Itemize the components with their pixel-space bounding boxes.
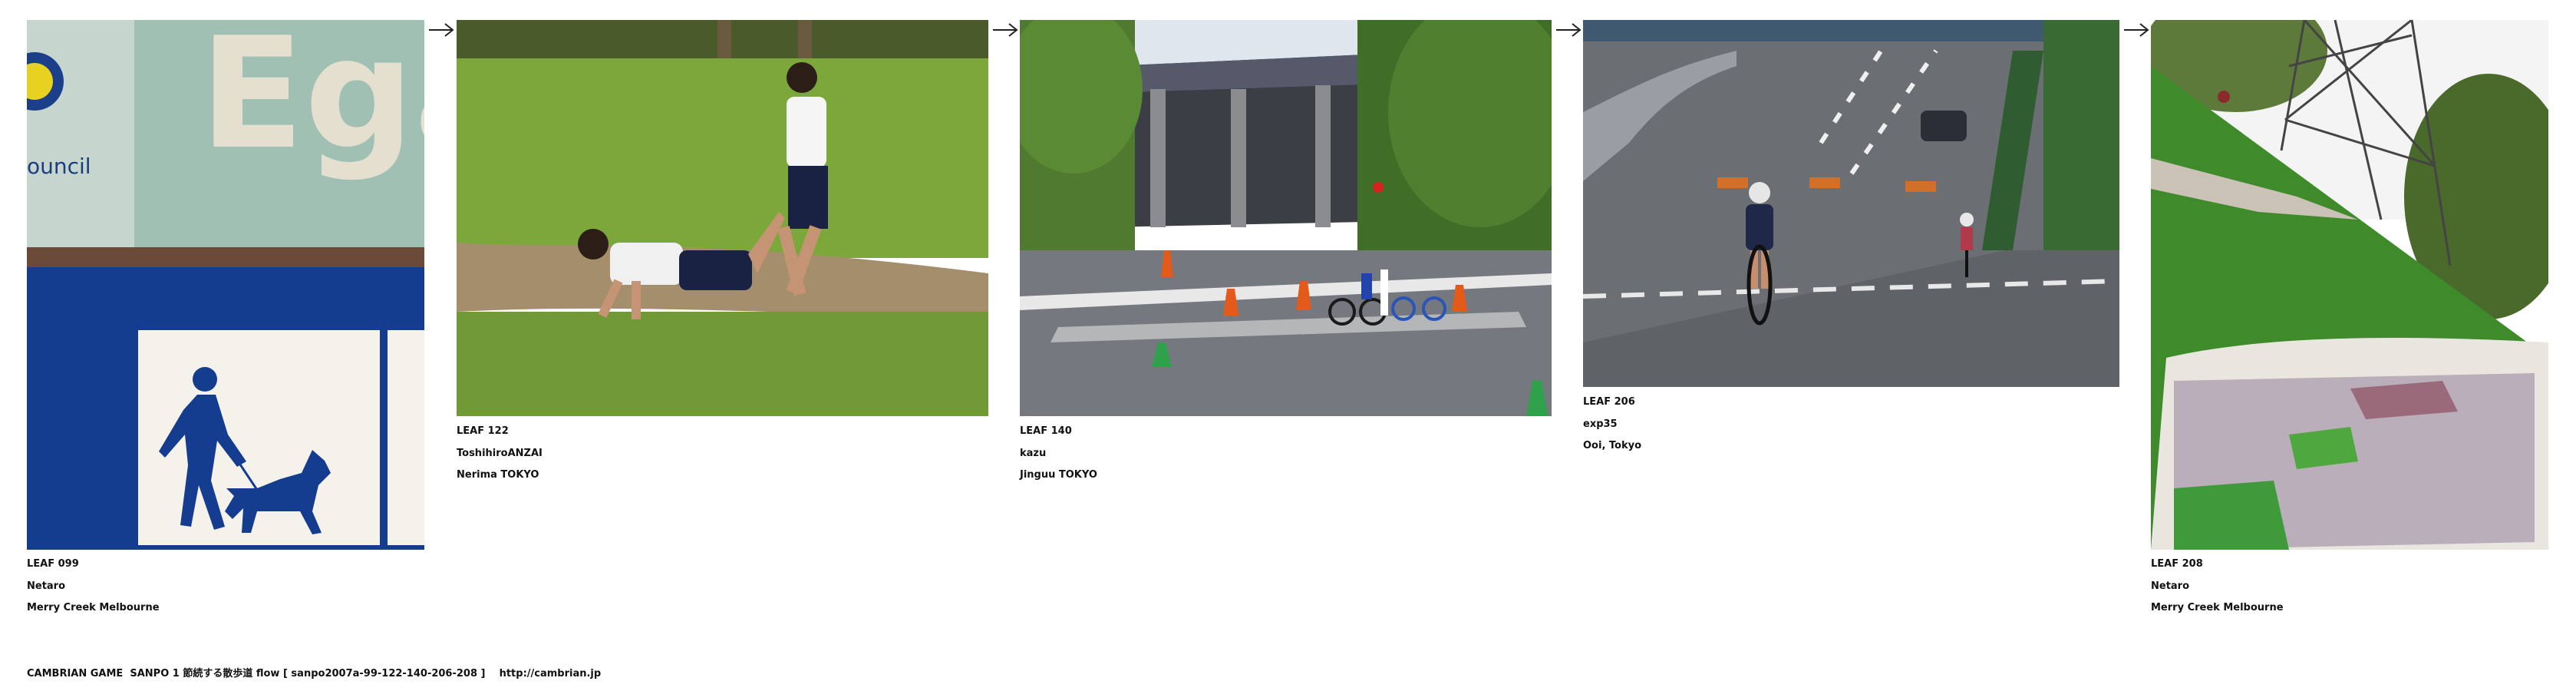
photo-leaf-208[interactable] (2151, 20, 2548, 550)
location: Nerima TOKYO (457, 469, 539, 481)
right-arrow-icon (2123, 22, 2149, 38)
footer-credit: CAMBRIAN GAME SANPO 1 節続する散歩道 flow [ san… (27, 668, 602, 679)
leaf-number: LEAF 099 (27, 558, 79, 570)
leaf-number: LEAF 122 (457, 425, 509, 437)
svg-text:ouncil: ouncil (27, 154, 91, 179)
wheelbarrow-boys-photo (457, 20, 988, 416)
leaf-number: LEAF 206 (1583, 396, 1635, 408)
location: Merry Creek Melbourne (27, 602, 160, 613)
walking-dog-sign-photo: ouncil Ega (27, 20, 424, 550)
svg-text:Ega: Ega (200, 20, 424, 183)
stadium-cyclists-photo (1020, 20, 1552, 416)
location: Merry Creek Melbourne (2151, 602, 2284, 613)
author-name: ToshihiroANZAI (457, 447, 543, 459)
caption-leaf-122: LEAF 122 ToshihiroANZAI Nerima TOKYO (457, 421, 543, 487)
grassy-slope-map-photo (2151, 20, 2548, 550)
right-arrow-icon (428, 22, 454, 38)
photo-leaf-140[interactable] (1020, 20, 1552, 416)
location: Ooi, Tokyo (1583, 440, 1642, 451)
author-name: kazu (1020, 447, 1047, 459)
right-arrow-icon (992, 22, 1018, 38)
caption-leaf-099: LEAF 099 Netaro Merry Creek Melbourne (27, 554, 160, 620)
caption-leaf-140: LEAF 140 kazu Jinguu TOKYO (1020, 421, 1097, 487)
caption-leaf-208: LEAF 208 Netaro Merry Creek Melbourne (2151, 554, 2284, 620)
photo-leaf-099[interactable]: ouncil Ega (27, 20, 424, 550)
location: Jinguu TOKYO (1020, 469, 1097, 481)
right-arrow-icon (1555, 22, 1582, 38)
leaf-number: LEAF 140 (1020, 425, 1072, 437)
photo-leaf-206[interactable] (1583, 20, 2119, 387)
leaf-number: LEAF 208 (2151, 558, 2203, 570)
caption-leaf-206: LEAF 206 exp35 Ooi, Tokyo (1583, 392, 1641, 458)
author-name: Netaro (27, 580, 66, 592)
author-name: exp35 (1583, 418, 1618, 430)
author-name: Netaro (2151, 580, 2190, 592)
photo-leaf-122[interactable] (457, 20, 988, 416)
road-cyclist-photo (1583, 20, 2119, 387)
